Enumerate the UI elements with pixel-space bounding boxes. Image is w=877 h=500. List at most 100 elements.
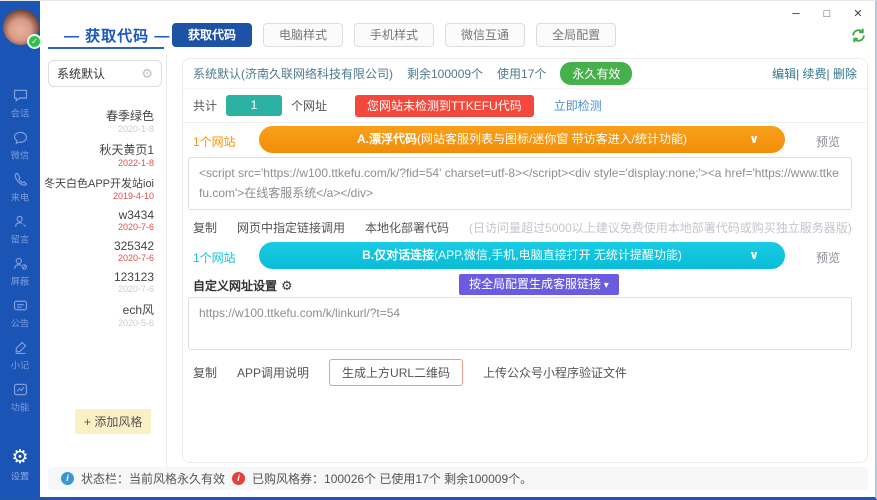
sidebar-item-block[interactable]: 屏蔽 (0, 255, 40, 288)
list-item[interactable]: 冬天白色APP开发站ioi 2019-4-10 (40, 175, 154, 201)
pill-b-title: B.仅对话连接 (362, 248, 435, 262)
sidebar-item-chat[interactable]: 会话 (0, 87, 40, 120)
phone-icon (14, 172, 27, 186)
copy-url-link[interactable]: 复制 (193, 364, 217, 381)
list-item[interactable]: 春季绿色 2020-1-8 (40, 107, 154, 134)
list-item[interactable]: 325342 2020-7-6 (40, 239, 154, 263)
custom-url-text: 自定义网址设置 (193, 279, 278, 293)
chat-square-icon (13, 89, 27, 102)
site-count-a: 1个网站 (193, 135, 236, 149)
announcement-icon (13, 300, 27, 311)
section-b-links: 复制 APP调用说明 生成上方URL二维码 上传公众号小程序验证文件 (193, 359, 627, 386)
style-name: w3434 (118, 208, 154, 222)
list-item[interactable]: ech风 2020-5-6 (40, 301, 154, 328)
sidebar-item-label: 小记 (10, 361, 30, 372)
close-icon[interactable] (851, 5, 865, 20)
info-icon (232, 472, 246, 485)
copy-code-link[interactable]: 复制 (193, 219, 217, 236)
tab-bar: 获取代码 电脑样式 手机样式 微信互通 全局配置 (172, 23, 617, 47)
selected-style-name: 系统默认 (57, 67, 106, 81)
specified-link-call[interactable]: 网页中指定链接调用 (237, 219, 345, 236)
style-date: 2020-7-6 (117, 222, 154, 232)
info-icon (61, 472, 74, 485)
pencil-icon (14, 341, 26, 355)
title-underline (48, 47, 164, 49)
custom-url-label: 自定义网址设置 (193, 277, 293, 294)
add-style-button[interactable]: + 添加风格 (75, 409, 152, 434)
person-block-icon (13, 257, 27, 270)
account-actions[interactable]: 编辑| 续费| 删除 (772, 65, 857, 82)
chat-url-textarea[interactable]: https://w100.ttkefu.com/k/linkurl/?t=54 (188, 297, 852, 350)
sidebar-item-label: 公告 (10, 319, 30, 330)
sidebar-item-notes[interactable]: 小记 (0, 339, 40, 372)
sidebar-item-wechat[interactable]: 微信 (0, 129, 40, 162)
avatar[interactable] (3, 9, 42, 49)
section-a-row: 1个网站 A.漂浮代码(网站客服列表与图标/迷你窗 带访客进入/统计功能) 预览 (183, 125, 867, 155)
app-call-doc-link[interactable]: APP调用说明 (237, 364, 309, 381)
preview-a-link[interactable]: 预览 (816, 133, 840, 150)
custom-url-row: 自定义网址设置 按全局配置生成客服链接 (183, 273, 867, 297)
sidebar-item-messages[interactable]: 留言 (0, 213, 40, 246)
status-text-validity: 状态栏：当前风格永久有效 (81, 472, 226, 486)
style-name: 秋天黄页1 (99, 143, 154, 157)
status-text-coupons: 已购风格券：100026个 已使用17个 剩余100009个。 (252, 472, 533, 486)
style-date: 2020-7-6 (117, 253, 154, 263)
selected-style-box[interactable]: 系统默认 (48, 60, 162, 87)
list-item[interactable]: 123123 2020-7-6 (40, 270, 154, 294)
sidebar-item-label: 来电 (10, 193, 30, 204)
page-title: — 获取代码 — (64, 28, 171, 45)
sidebar-item-label: 会话 (10, 109, 30, 120)
account-name: 系统默认(济南久联网络科技有限公司) (193, 67, 393, 81)
gear-icon[interactable] (141, 66, 153, 82)
style-list: 春季绿色 2020-1-8 秋天黄页1 2022-1-8 冬天白色APP开发站i… (40, 107, 166, 335)
generate-qr-button[interactable]: 生成上方URL二维码 (329, 359, 464, 386)
tab-get-code[interactable]: 获取代码 (172, 23, 253, 47)
list-item[interactable]: w3434 2020-7-6 (40, 208, 154, 232)
float-code-textarea[interactable]: <script src='https://w100.ttkefu.com/k/?… (188, 157, 852, 210)
pill-b-desc: (APP,微信,手机,电脑直接打开 无统计提醒功能) (434, 248, 682, 262)
tab-pc-style[interactable]: 电脑样式 (263, 23, 344, 47)
style-name: 春季绿色 (105, 109, 154, 123)
style-date: 2019-4-10 (112, 191, 154, 201)
main-card: 系统默认(济南久联网络科技有限公司) 剩余100009个 使用17个 永久有效 … (182, 58, 868, 463)
sync-icon[interactable] (850, 27, 867, 44)
style-date: 2022-1-8 (117, 158, 154, 168)
chat-bubble-icon (13, 131, 27, 145)
status-bar: 状态栏：当前风格永久有效 已购风格券：100026个 已使用17个 剩余1000… (48, 467, 868, 490)
minimize-icon[interactable] (789, 5, 803, 20)
generate-link-button[interactable]: 按全局配置生成客服链接 (459, 274, 619, 295)
list-item[interactable]: 秋天黄页1 2022-1-8 (40, 141, 154, 168)
gear-icon[interactable] (281, 279, 293, 293)
total-label: 共计 (193, 99, 218, 113)
section-a-links: 复制 网页中指定链接调用 本地化部署代码 (日访问量超过5000以上建议免费使用… (193, 219, 852, 236)
float-code-dropdown[interactable]: A.漂浮代码(网站客服列表与图标/迷你窗 带访客进入/统计功能) (259, 126, 785, 153)
tab-wechat-connect[interactable]: 微信互通 (445, 23, 526, 47)
status-badge: 永久有效 (560, 62, 633, 85)
url-suffix-label: 个网址 (291, 99, 328, 113)
style-list-panel: 系统默认 春季绿色 2020-1-8 秋天黄页1 2022-1-8 冬天白色AP… (40, 55, 167, 467)
upload-verify-file-link[interactable]: 上传公众号小程序验证文件 (483, 364, 627, 381)
maximize-icon[interactable] (820, 5, 834, 20)
detect-now-link[interactable]: 立即检测 (554, 97, 602, 114)
account-row: 系统默认(济南久联网络科技有限公司) 剩余100009个 使用17个 永久有效 … (183, 59, 867, 89)
sidebar-item-functions[interactable]: 功能 (0, 381, 40, 414)
sidebar-item-calls[interactable]: 来电 (0, 171, 40, 204)
gear-icon (11, 448, 28, 468)
tab-mobile-style[interactable]: 手机样式 (354, 23, 435, 47)
sidebar-item-label: 屏蔽 (10, 277, 30, 288)
left-nav-rail: 会话 微信 来电 留言 屏蔽 公告 (0, 1, 42, 497)
style-date: 2020-5-6 (117, 318, 154, 328)
chat-link-dropdown[interactable]: B.仅对话连接(APP,微信,手机,电脑直接打开 无统计提醒功能) (259, 242, 785, 269)
preview-b-link[interactable]: 预览 (816, 249, 840, 266)
app-window: 会话 微信 来电 留言 屏蔽 公告 (0, 0, 877, 500)
style-name: ech风 (122, 303, 154, 317)
sidebar-item-announcement[interactable]: 公告 (0, 297, 40, 330)
sidebar-item-settings[interactable]: 设置 (0, 448, 40, 483)
style-name: 123123 (113, 270, 154, 284)
url-count-button[interactable]: 1 (226, 95, 283, 116)
pill-a-title: A.漂浮代码 (356, 132, 417, 146)
local-deploy-link[interactable]: 本地化部署代码 (365, 219, 449, 236)
tab-global-config[interactable]: 全局配置 (536, 23, 617, 47)
pill-a-desc: (网站客服列表与图标/迷你窗 带访客进入/统计功能) (417, 132, 687, 146)
chart-icon (13, 383, 27, 396)
